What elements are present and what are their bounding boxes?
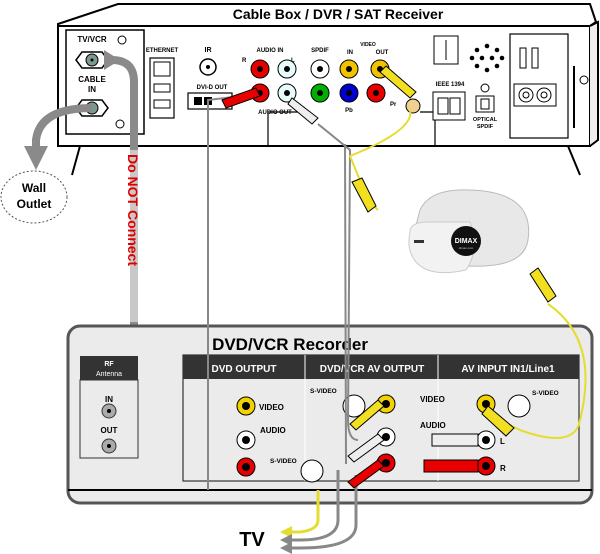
wall-outlet-label-1: Wall [22, 181, 46, 195]
av-out-svideo-label: S-VIDEO [310, 388, 337, 395]
r-label: R [242, 58, 247, 64]
tv-arrow-audio-r [280, 542, 292, 554]
dimax-url: dimax.com [459, 246, 474, 250]
rf-out-label: OUT [101, 426, 118, 435]
optical-spdif-label: SPDIF [477, 124, 494, 130]
video-in-label: IN [347, 50, 353, 56]
av-in-video-label: VIDEO [420, 395, 445, 404]
screw-icon [117, 35, 127, 45]
dvd-video-label: VIDEO [259, 403, 284, 412]
optical-label: OPTICAL [473, 117, 498, 123]
led-indicator [414, 240, 424, 243]
video-label: VIDEO [360, 42, 376, 48]
yellow-rca-plug [529, 267, 557, 303]
av-output-header: DVD/VCR AV OUTPUT [320, 364, 424, 375]
cable-box: Cable Box / DVR / SAT Receiver TV/VCR CA… [57, 3, 599, 176]
cable-box-title: Cable Box / DVR / SAT Receiver [233, 6, 444, 22]
antenna-label: Antenna [96, 371, 122, 378]
video-out-label: OUT [376, 50, 389, 56]
pb-label: Pb [345, 108, 353, 114]
ethernet-label: ETHERNET [146, 48, 179, 54]
connection-diagram: Cable Box / DVR / SAT Receiver TV/VCR CA… [0, 3, 599, 554]
pr-label: Pr [390, 102, 397, 108]
svideo-out-port[interactable] [405, 98, 421, 114]
cable-label: CABLE [78, 75, 106, 84]
screw-icon [480, 83, 490, 93]
dvd-audio-label: AUDIO [260, 426, 286, 435]
spdif-label: SPDIF [311, 48, 329, 54]
ethernet-port[interactable] [153, 61, 171, 77]
white-rca-plug [431, 433, 479, 447]
yellow-rca-plug [351, 177, 377, 213]
av-input-header: AV INPUT IN1/Line1 [461, 364, 555, 375]
av-in-svideo-port[interactable] [507, 394, 531, 418]
dvi-out-label: DVI-D OUT [197, 85, 228, 91]
rf-label: RF [104, 361, 114, 368]
dimax-brand: DIMAX [455, 238, 478, 245]
tv-vcr-label: TV/VCR [77, 35, 107, 44]
av-in-svideo-label: S-VIDEO [532, 390, 559, 397]
screw-icon [579, 75, 589, 85]
tv-label: TV [239, 529, 265, 551]
screw-icon [115, 119, 125, 129]
wall-outlet-label-2: Outlet [17, 197, 52, 211]
usb-port[interactable] [153, 99, 171, 109]
dvd-output-header: DVD OUTPUT [212, 364, 277, 375]
audio-in-label: AUDIO IN [257, 48, 284, 54]
av-in-r-label: R [500, 464, 506, 473]
usb-port[interactable] [153, 83, 171, 93]
do-not-connect-label: Do NOT Connect [125, 154, 141, 266]
audio-out-label: AUDIO OUT [258, 110, 292, 116]
av-in-audio-label: AUDIO [420, 421, 446, 430]
dvd-vcr-recorder: DVD/VCR Recorder RF Antenna IN OUT DVD O… [66, 324, 594, 505]
dvd-svideo-label: S-VIDEO [270, 458, 297, 465]
rf-in-label: IN [105, 395, 113, 404]
dvd-svideo-port[interactable] [300, 459, 324, 483]
cable-in-label: IN [88, 85, 96, 94]
dimax-device: DIMAX dimax.com [408, 189, 530, 274]
red-rca-plug [423, 459, 479, 473]
av-in-l-label: L [500, 437, 505, 446]
ieee-1394-label: IEEE 1394 [436, 82, 465, 88]
ir-label: IR [205, 47, 212, 54]
